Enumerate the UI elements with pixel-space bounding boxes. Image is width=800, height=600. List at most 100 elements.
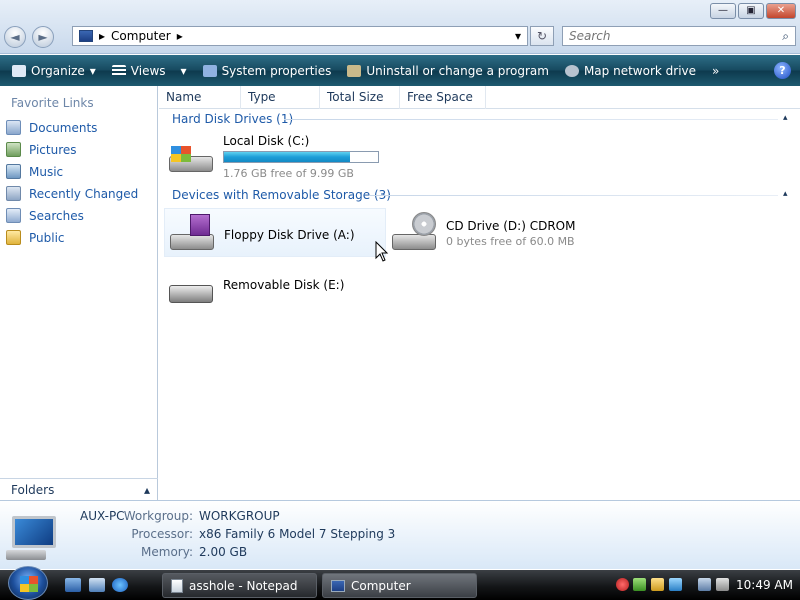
computer-monitor-icon xyxy=(6,512,64,562)
pictures-icon xyxy=(6,142,21,157)
start-button[interactable] xyxy=(8,566,48,600)
favorite-link-recently-changed[interactable]: Recently Changed xyxy=(6,186,138,201)
system-properties-button[interactable]: System properties xyxy=(197,59,338,83)
task-label: Computer xyxy=(351,578,411,593)
clock[interactable]: 10:49 AM xyxy=(736,578,793,592)
organize-button[interactable]: Organize ▾ xyxy=(6,59,102,83)
uninstall-program-button[interactable]: Uninstall or change a program xyxy=(341,59,555,83)
forward-button[interactable]: ► xyxy=(32,26,54,48)
disk-usage-fill xyxy=(224,152,351,162)
documents-icon xyxy=(6,120,21,135)
minimize-button[interactable]: — xyxy=(710,3,736,19)
chevron-down-icon[interactable]: ▾ xyxy=(515,29,521,43)
address-separator-icon[interactable]: ▸ xyxy=(177,29,183,43)
favorite-link-label: Recently Changed xyxy=(29,186,139,201)
address-path[interactable]: Computer xyxy=(111,29,171,43)
favorite-link-documents[interactable]: Documents xyxy=(6,120,97,135)
help-icon[interactable]: ? xyxy=(774,62,791,79)
uninstall-label: Uninstall or change a program xyxy=(366,63,549,78)
network-drive-icon xyxy=(564,64,579,77)
taskbar-button-computer[interactable]: Computer xyxy=(322,573,477,598)
views-label: Views xyxy=(130,63,166,78)
group-divider xyxy=(284,119,778,120)
address-bar[interactable]: ▸ Computer ▸ ▾ xyxy=(72,26,528,46)
folders-label: Folders xyxy=(11,482,55,497)
column-header-name[interactable]: Name xyxy=(159,86,241,109)
maximize-button[interactable]: ▣ xyxy=(738,3,764,19)
collapse-group-icon[interactable]: ▴ xyxy=(783,113,788,123)
map-network-drive-button[interactable]: Map network drive xyxy=(559,59,702,83)
group-divider xyxy=(370,195,778,196)
computer-icon xyxy=(79,30,93,42)
update-icon[interactable] xyxy=(633,578,646,591)
drive-floppy-a[interactable]: Floppy Disk Drive (A:) xyxy=(164,208,386,257)
column-header-total-size[interactable]: Total Size xyxy=(320,86,400,109)
tray-app-icon[interactable] xyxy=(651,578,664,591)
search-input[interactable] xyxy=(569,29,759,43)
security-alert-icon[interactable] xyxy=(616,578,629,591)
group-header-removable[interactable]: Devices with Removable Storage (3) xyxy=(172,188,391,202)
cd-drive-icon xyxy=(390,212,438,254)
switch-windows-icon[interactable] xyxy=(89,578,105,592)
searches-icon xyxy=(6,208,21,223)
more-commands-button[interactable]: » xyxy=(706,59,725,83)
close-button[interactable]: ✕ xyxy=(766,3,796,19)
folders-toggle[interactable]: Folders ▴ xyxy=(0,478,158,500)
search-icon[interactable]: ⌕ xyxy=(782,29,789,44)
recent-icon xyxy=(6,186,21,201)
drive-removable-e[interactable]: Removable Disk (E:) xyxy=(167,277,344,319)
music-icon xyxy=(6,164,21,179)
column-header-bar: Name Type Total Size Free Space xyxy=(159,86,800,109)
tray-monitor-icon[interactable] xyxy=(669,578,682,591)
memory-label: Memory: xyxy=(141,545,193,559)
favorite-link-label: Music xyxy=(29,164,64,179)
organize-label: Organize xyxy=(31,63,85,78)
workgroup-value: WORKGROUP xyxy=(199,509,280,523)
computer-icon xyxy=(331,579,345,592)
favorite-links-title: Favorite Links xyxy=(11,96,94,110)
system-properties-label: System properties xyxy=(221,63,332,78)
favorite-link-label: Documents xyxy=(29,120,98,135)
drive-free-space: 0 bytes free of 60.0 MB xyxy=(446,235,575,248)
favorite-link-public[interactable]: Public xyxy=(6,230,65,245)
favorite-link-searches[interactable]: Searches xyxy=(6,208,84,223)
collapse-group-icon[interactable]: ▴ xyxy=(783,189,788,199)
chevron-down-icon: ▾ xyxy=(89,63,96,78)
removable-drive-icon xyxy=(167,277,215,319)
taskbar-button-notepad[interactable]: asshole - Notepad xyxy=(162,573,317,598)
drive-name: Floppy Disk Drive (A:) xyxy=(224,228,355,242)
processor-value: x86 Family 6 Model 7 Stepping 3 xyxy=(199,527,396,541)
public-folder-icon xyxy=(6,230,21,245)
favorite-link-label: Pictures xyxy=(29,142,77,157)
refresh-button[interactable]: ↻ xyxy=(530,26,554,46)
favorite-link-pictures[interactable]: Pictures xyxy=(6,142,77,157)
disk-usage-bar xyxy=(223,151,379,163)
uninstall-icon xyxy=(347,64,362,77)
workgroup-label: Workgroup: xyxy=(123,509,193,523)
favorite-link-label: Public xyxy=(29,230,65,245)
floppy-drive-icon xyxy=(168,212,216,254)
chevron-down-icon: ▾ xyxy=(180,63,187,78)
chevron-up-icon: ▴ xyxy=(143,482,150,497)
views-icon xyxy=(111,64,126,77)
internet-explorer-icon[interactable] xyxy=(112,578,128,592)
drive-name: Removable Disk (E:) xyxy=(223,278,345,292)
address-separator-icon[interactable]: ▸ xyxy=(99,29,105,43)
group-header-hard-disk[interactable]: Hard Disk Drives (1) xyxy=(172,112,293,126)
drive-free-space: 1.76 GB free of 9.99 GB xyxy=(223,167,354,180)
show-desktop-icon[interactable] xyxy=(65,578,81,592)
drive-local-disk-c[interactable]: Local Disk (C:) 1.76 GB free of 9.99 GB xyxy=(167,134,379,180)
task-label: asshole - Notepad xyxy=(189,578,298,593)
back-button[interactable]: ◄ xyxy=(4,26,26,48)
column-header-type[interactable]: Type xyxy=(241,86,320,109)
volume-muted-icon[interactable] xyxy=(716,578,729,591)
windows-logo-icon xyxy=(20,576,38,592)
column-header-free-space[interactable]: Free Space xyxy=(400,86,486,109)
mouse-cursor-icon xyxy=(375,241,389,262)
drive-cd-d[interactable]: CD Drive (D:) CDROM 0 bytes free of 60.0… xyxy=(390,212,575,254)
command-bar: Organize ▾ Views ▾ System properties Uni… xyxy=(0,55,800,86)
search-box[interactable]: ⌕ xyxy=(562,26,796,46)
favorite-link-music[interactable]: Music xyxy=(6,164,63,179)
views-button[interactable]: Views ▾ xyxy=(106,59,193,83)
network-icon[interactable] xyxy=(698,578,711,591)
